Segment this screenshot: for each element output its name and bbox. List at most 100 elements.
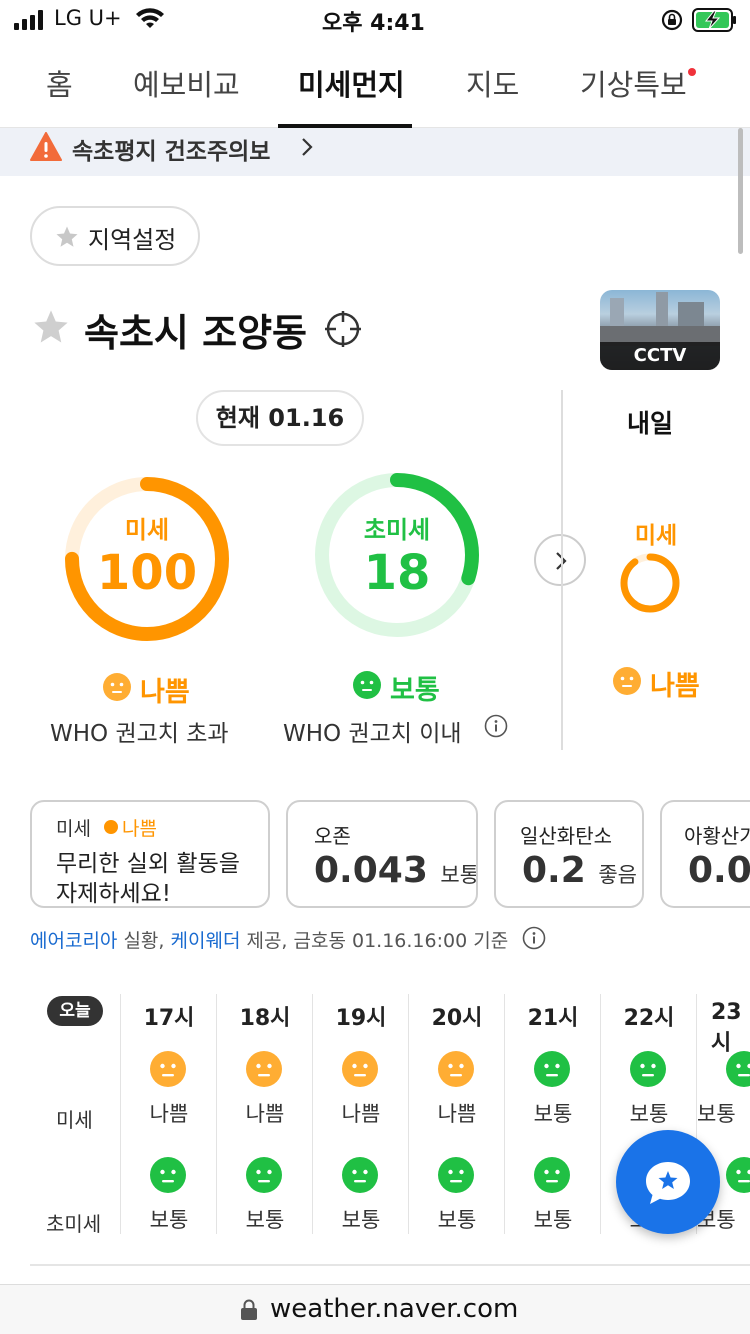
- so2-card[interactable]: 아황산가스 0.00: [660, 800, 750, 908]
- alert-text: 속초평지 건조주의보: [72, 139, 271, 165]
- face-normal-icon: [149, 1156, 187, 1194]
- advice-line-1: 무리한 실외 활동을: [56, 851, 240, 877]
- kweather-link[interactable]: 케이웨더: [171, 930, 241, 952]
- battery-charging-icon: [692, 8, 736, 32]
- hour-pm10-grade: 나쁨: [437, 1102, 477, 1126]
- face-bad-icon: [341, 1050, 379, 1088]
- ozone-value: 0.043: [314, 850, 428, 891]
- face-normal-icon: [533, 1156, 571, 1194]
- face-normal-icon: [353, 671, 381, 699]
- location-name: 속초시 조양동: [84, 311, 307, 355]
- hour-pm25-grade: 보통: [533, 1208, 573, 1232]
- tomorrow-title: 내일: [626, 409, 673, 438]
- face-bad-icon: [103, 673, 131, 701]
- top-tab-bar: 홈 예보비교 미세먼지 지도 기상특보: [0, 40, 750, 128]
- browser-url-bar[interactable]: weather.naver.com: [0, 1284, 750, 1334]
- pm25-grade: 보통: [390, 675, 440, 706]
- tomorrow-pm10-gauge: [620, 553, 680, 613]
- face-normal-icon: [725, 1156, 750, 1194]
- hour-label: 18시: [239, 1006, 291, 1031]
- hour-pm10-grade: 나쁨: [245, 1102, 285, 1126]
- tab-map[interactable]: 지도: [466, 62, 519, 104]
- info-icon[interactable]: [522, 926, 546, 950]
- hourly-column: 21시 보통 보통: [504, 994, 600, 1234]
- pm10-label: 미세: [124, 516, 170, 544]
- airkorea-link[interactable]: 에어코리아: [30, 930, 117, 952]
- hour-label: 21시: [527, 1006, 579, 1031]
- face-normal-icon: [437, 1156, 475, 1194]
- row-label-pm25: 초미세: [46, 1212, 102, 1236]
- hourly-column: 20시 나쁨 보통: [408, 994, 504, 1234]
- co-title: 일산화탄소: [520, 824, 612, 848]
- weather-alert-banner[interactable]: 속초평지 건조주의보: [0, 128, 750, 176]
- section-divider: [561, 390, 563, 750]
- region-settings-button[interactable]: 지역설정: [30, 206, 200, 266]
- signal-icon: [14, 10, 43, 30]
- star-icon: [56, 226, 78, 247]
- pm10-value: 100: [96, 545, 198, 601]
- info-icon[interactable]: [484, 714, 508, 738]
- ozone-title: 오존: [314, 824, 351, 848]
- bad-dot: [104, 820, 118, 834]
- tomorrow-pm10-grade: 나쁨: [650, 671, 700, 702]
- scrollbar[interactable]: [738, 128, 743, 254]
- rotation-lock-icon: [661, 9, 683, 31]
- face-normal-icon: [533, 1050, 571, 1088]
- lock-icon: [241, 1299, 257, 1320]
- region-settings-label: 지역설정: [88, 226, 177, 254]
- tab-home[interactable]: 홈: [46, 62, 73, 104]
- advice-card-grade: 나쁨: [122, 818, 157, 840]
- co-card[interactable]: 일산화탄소 0.2 좋음: [494, 800, 644, 908]
- cctv-thumbnail[interactable]: CCTV: [600, 290, 720, 370]
- wifi-icon: [136, 8, 164, 28]
- hour-pm10-grade: 나쁨: [341, 1102, 381, 1126]
- tab-weather-warning[interactable]: 기상특보: [580, 62, 687, 104]
- hour-label: 22시: [623, 1006, 675, 1031]
- tab-fine-dust[interactable]: 미세먼지: [298, 62, 405, 104]
- so2-title: 아황산가스: [684, 824, 750, 848]
- data-source-note: 에어코리아 실황, 케이웨더 제공, 금호동 01.16.16:00 기준: [30, 930, 509, 952]
- hour-pm25-grade: 보통: [149, 1208, 189, 1232]
- next-day-button[interactable]: [534, 534, 586, 586]
- chevron-right-icon: [302, 138, 313, 156]
- hourly-column: 18시나쁨보통: [216, 994, 312, 1234]
- tomorrow-pm10-label: 미세: [634, 523, 678, 549]
- hour-pm10-grade: 보통: [697, 1102, 736, 1126]
- row-label-pm10: 미세: [56, 1108, 93, 1132]
- warning-icon: [30, 132, 62, 161]
- advice-line-2: 자제하세요!: [56, 881, 172, 907]
- hour-pm10-grade: 나쁨: [149, 1102, 189, 1126]
- ozone-grade: 보통: [440, 863, 478, 887]
- tab-forecast-compare[interactable]: 예보비교: [133, 62, 240, 104]
- hour-label: 20시: [431, 1006, 483, 1031]
- new-badge-dot: [688, 68, 696, 76]
- carrier-label: LG U+: [54, 6, 122, 30]
- ozone-card[interactable]: 오존 0.043 보통: [286, 800, 478, 908]
- face-bad-icon: [613, 667, 641, 695]
- co-grade: 좋음: [598, 863, 637, 887]
- current-date-pill: 현재 01.16: [196, 390, 364, 446]
- current-location-icon[interactable]: [324, 310, 362, 348]
- pm25-value: 18: [363, 545, 431, 601]
- url-text: weather.naver.com: [270, 1294, 519, 1324]
- hourly-column: 17시나쁨보통: [120, 994, 216, 1234]
- hour-label: 17시: [143, 1006, 195, 1031]
- status-bar: LG U+ 오후 4:41: [0, 0, 750, 40]
- advice-card[interactable]: 미세 나쁨 무리한 실외 활동을 자제하세요!: [30, 800, 270, 908]
- cctv-label: CCTV: [633, 345, 687, 366]
- favorite-star-icon[interactable]: [32, 308, 70, 346]
- pm25-who-note: WHO 권고치 이내: [283, 721, 462, 747]
- chat-fab-button[interactable]: [616, 1130, 720, 1234]
- hour-pm10-grade: 보통: [533, 1102, 573, 1126]
- pm10-grade: 나쁨: [140, 677, 190, 708]
- hour-pm25-grade: 보통: [245, 1208, 285, 1232]
- face-bad-icon: [437, 1050, 475, 1088]
- so2-value: 0.00: [688, 850, 750, 891]
- hour-pm25-grade: 보통: [341, 1208, 381, 1232]
- pm25-label: 초미세: [363, 516, 431, 544]
- hourly-bottom-border: [30, 1264, 750, 1266]
- clock: 오후 4:41: [322, 11, 425, 36]
- co-value: 0.2: [522, 850, 586, 891]
- face-normal-icon: [629, 1050, 667, 1088]
- face-bad-icon: [245, 1050, 283, 1088]
